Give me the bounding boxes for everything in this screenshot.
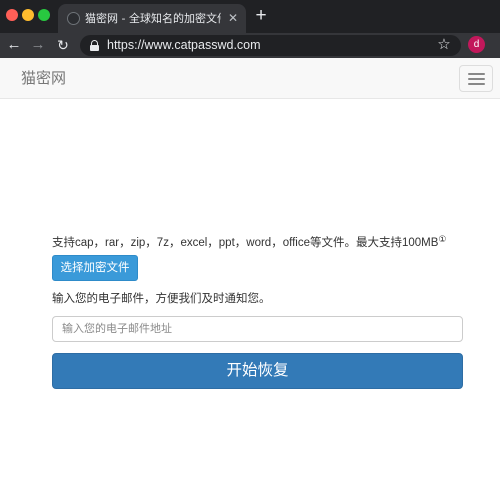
- browser-tab-strip: 猫密网 - 全球知名的加密文件恢 ✕ +: [0, 0, 500, 33]
- window-maximize-icon[interactable]: [38, 9, 50, 21]
- site-brand[interactable]: 猫密网: [21, 69, 66, 89]
- address-url[interactable]: https://www.catpasswd.com: [107, 37, 261, 54]
- reload-icon[interactable]: ↻: [53, 35, 73, 55]
- browser-tab[interactable]: 猫密网 - 全球知名的加密文件恢 ✕: [58, 4, 246, 33]
- address-bar[interactable]: https://www.catpasswd.com: [80, 35, 461, 56]
- supported-formats-text: 支持cap，rar，zip，7z，excel，ppt，word，office等文…: [52, 230, 472, 249]
- window-close-icon[interactable]: [6, 9, 18, 21]
- choose-encrypted-file-button[interactable]: 选择加密文件: [52, 255, 138, 281]
- email-prompt-text: 输入您的电子邮件，方便我们及时通知您。: [52, 293, 271, 305]
- info-marker-icon[interactable]: ①: [438, 234, 446, 244]
- new-tab-icon[interactable]: +: [253, 5, 269, 27]
- supported-formats-label: 支持cap，rar，zip，7z，excel，ppt，word，office等文…: [52, 237, 439, 249]
- back-arrow-icon[interactable]: ←: [4, 35, 24, 55]
- tab-favicon-icon: [67, 12, 80, 25]
- forward-arrow-icon[interactable]: →: [28, 35, 48, 55]
- window-minimize-icon[interactable]: [22, 9, 34, 21]
- browser-toolbar: ← → ↻ https://www.catpasswd.com: [0, 33, 500, 58]
- lock-icon[interactable]: [90, 40, 99, 51]
- tab-close-icon[interactable]: ✕: [226, 11, 240, 25]
- bookmark-star-icon[interactable]: ☆: [436, 35, 452, 55]
- email-input[interactable]: [52, 316, 463, 342]
- tab-title: 猫密网 - 全球知名的加密文件恢: [85, 12, 221, 25]
- hamburger-menu-icon[interactable]: [459, 65, 493, 92]
- start-recovery-button[interactable]: 开始恢复: [52, 353, 463, 389]
- profile-avatar[interactable]: d: [468, 36, 485, 53]
- site-navbar: 猫密网: [0, 58, 500, 99]
